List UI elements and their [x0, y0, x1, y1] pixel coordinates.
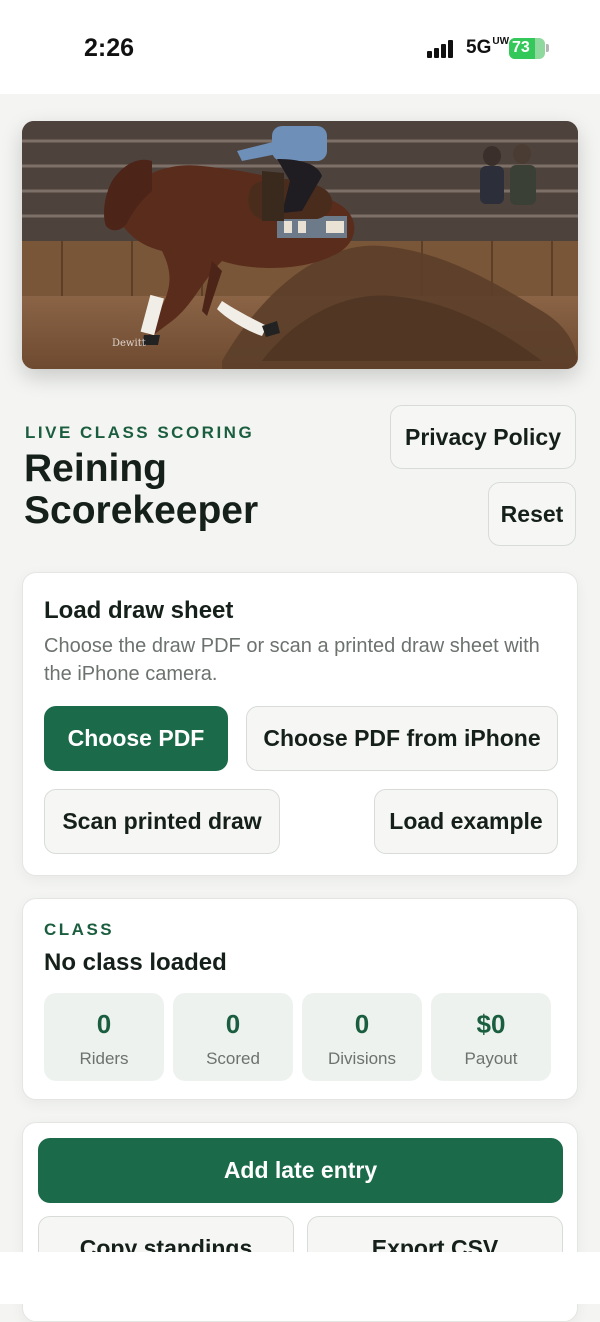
stat-scored-value: 0: [225, 1009, 241, 1039]
stat-scored-label: Scored: [206, 1049, 260, 1068]
stat-payout-label: Payout: [464, 1049, 518, 1068]
status-time: 2:26: [84, 34, 135, 62]
stat-payout-value: $0: [476, 1009, 506, 1039]
cellular-signal-icon: [427, 40, 457, 58]
stat-divisions-label: Divisions: [327, 1049, 397, 1068]
choose-pdf-iphone-button[interactable]: Choose PDF from iPhone: [246, 706, 558, 771]
status-bar: 2:26 5GUW 73: [0, 0, 600, 94]
stat-riders-label: Riders: [79, 1049, 129, 1068]
stat-divisions: 0 Divisions: [302, 993, 422, 1081]
page-title-line1: Reining: [24, 447, 167, 490]
page-title: Reining Scorekeeper: [24, 448, 258, 532]
class-card: CLASS No class loaded 0 Riders 0 Scored …: [22, 898, 578, 1100]
class-eyebrow: CLASS: [44, 920, 115, 939]
battery-icon: 73: [509, 38, 545, 59]
page-title-line2: Scorekeeper: [24, 489, 259, 532]
stat-payout: $0 Payout: [431, 993, 551, 1081]
privacy-policy-button[interactable]: Privacy Policy: [390, 405, 576, 469]
network-type: 5GUW: [466, 36, 510, 59]
draw-card-title: Load draw sheet: [44, 597, 234, 624]
stat-riders-value: 0: [96, 1009, 112, 1039]
draw-sheet-card: Load draw sheet Choose the draw PDF or s…: [22, 572, 578, 876]
hero-watermark: Dewitt: [112, 338, 146, 349]
scan-printed-draw-button[interactable]: Scan printed draw: [44, 789, 280, 854]
battery-cap: [546, 44, 549, 52]
choose-pdf-button[interactable]: Choose PDF: [44, 706, 228, 771]
bottom-safe-area: [0, 1252, 600, 1304]
add-late-entry-button[interactable]: Add late entry: [38, 1138, 563, 1203]
stat-divisions-value: 0: [354, 1009, 370, 1039]
header-eyebrow: LIVE CLASS SCORING: [25, 423, 255, 442]
stat-riders: 0 Riders: [44, 993, 164, 1081]
reset-button[interactable]: Reset: [488, 482, 576, 546]
stat-scored: 0 Scored: [173, 993, 293, 1081]
battery-percent: 73: [512, 39, 530, 56]
class-status: No class loaded: [44, 949, 227, 976]
hero-image: Dewitt: [22, 121, 578, 369]
load-example-button[interactable]: Load example: [374, 789, 558, 854]
draw-card-description: Choose the draw PDF or scan a printed dr…: [44, 635, 540, 685]
